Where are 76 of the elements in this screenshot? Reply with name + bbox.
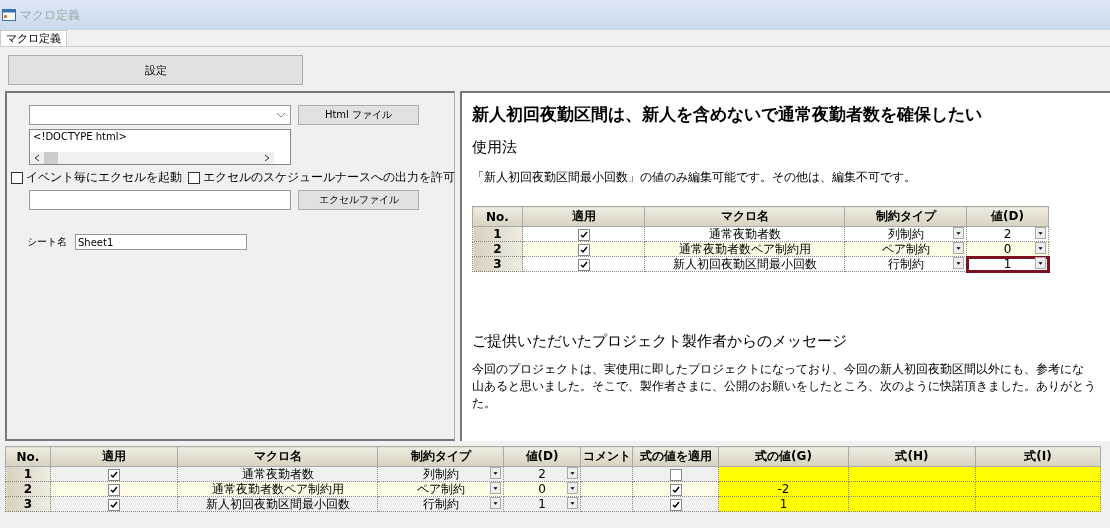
dropdown-button[interactable] xyxy=(567,482,578,494)
table-cell: 行制約 xyxy=(422,497,459,511)
horizontal-scrollbar[interactable] xyxy=(30,152,274,164)
value-cell[interactable]: 1 xyxy=(966,256,1049,272)
table-icon xyxy=(2,9,16,21)
column-header: 制約タイプ xyxy=(844,206,967,227)
html-text-area[interactable]: <!DOCTYPE html> xyxy=(29,129,291,165)
checkbox[interactable] xyxy=(188,171,200,184)
table-cell: 通常夜勤者数 xyxy=(177,466,378,482)
checkbox[interactable] xyxy=(108,498,120,511)
checkbox-label: エクセルのスケジュールナースへの出力を許可 xyxy=(203,169,455,186)
table-cell: 2 xyxy=(538,467,546,481)
chevron-down-icon xyxy=(276,112,286,118)
doc-heading: 新人初回夜勤区間は、新人を含めないで通常夜勤者数を確保したい xyxy=(472,103,983,126)
checkbox[interactable] xyxy=(577,228,590,241)
column-header: 式(I) xyxy=(975,446,1101,467)
table-cell: ペア制約 xyxy=(416,482,465,496)
table-cell: 0 xyxy=(538,482,546,496)
checkbox[interactable] xyxy=(669,483,682,496)
sheet-name-field[interactable]: Sheet1 xyxy=(75,234,247,250)
column-header: 値(D) xyxy=(503,446,581,467)
dropdown-button[interactable] xyxy=(1035,257,1046,269)
message-text: 今回のプロジェクトは、実使用に即したプロジェクトになっており、今回の新人初回夜勤区間以外にも、参考にな xyxy=(472,361,1085,378)
checkbox[interactable] xyxy=(577,243,590,256)
checkbox[interactable] xyxy=(108,483,120,496)
column-header: 値(D) xyxy=(966,206,1049,227)
column-header: 式の値を適用 xyxy=(632,446,719,467)
html-text: <!DOCTYPE html> xyxy=(33,131,127,142)
checkbox[interactable] xyxy=(669,468,682,481)
sheet-name-label: シート名 xyxy=(27,235,67,249)
checkbox[interactable] xyxy=(108,468,120,481)
table-cell: 新人初回夜勤区間最小回数 xyxy=(644,256,845,272)
table-cell: 列制約 xyxy=(887,227,924,241)
dropdown-button[interactable] xyxy=(953,257,964,269)
message-text: た。 xyxy=(472,395,497,412)
dropdown-button[interactable] xyxy=(490,467,501,479)
column-header: マクロ名 xyxy=(177,446,378,467)
usage-text: 「新人初回夜勤区間最小回数」の値のみ編集可能です。その他は、編集不可です。 xyxy=(472,169,917,186)
table-cell: 通常夜勤者数 xyxy=(644,226,845,242)
html-file-dropdown[interactable] xyxy=(29,105,291,125)
dropdown-button[interactable] xyxy=(567,467,578,479)
dropdown-button[interactable] xyxy=(1035,242,1046,254)
scroll-thumb[interactable] xyxy=(44,152,58,164)
usage-title: 使用法 xyxy=(472,138,518,157)
tab[interactable]: マクロ定義 xyxy=(0,30,67,46)
dropdown-button[interactable] xyxy=(1035,227,1046,239)
table-cell: 新人初回夜勤区間最小回数 xyxy=(177,496,378,512)
checkbox[interactable] xyxy=(11,171,23,184)
column-header: 式(H) xyxy=(848,446,976,467)
settings-button[interactable]: 設定 xyxy=(8,55,303,85)
table-cell: 行制約 xyxy=(887,257,924,271)
column-header: 制約タイプ xyxy=(377,446,504,467)
checkbox[interactable] xyxy=(577,258,590,271)
dropdown-button[interactable] xyxy=(953,242,964,254)
message-title: ご提供いただいたプロジェクト製作者からのメッセージ xyxy=(472,332,848,351)
value-cell[interactable]: 2 xyxy=(966,226,1049,242)
column-header: 適用 xyxy=(522,206,645,227)
excel-file-field[interactable] xyxy=(29,190,291,210)
column-header: コメント xyxy=(580,446,633,467)
dropdown-button[interactable] xyxy=(567,497,578,509)
dropdown-button[interactable] xyxy=(490,497,501,509)
table-cell: 列制約 xyxy=(422,467,459,481)
column-header: No. xyxy=(472,206,523,227)
excel-file-button[interactable]: エクセルファイル xyxy=(298,190,419,210)
dropdown-button[interactable] xyxy=(953,227,964,239)
column-header: 式の値(G) xyxy=(718,446,849,467)
checkbox-label: イベント毎にエクセルを起動 xyxy=(26,169,182,186)
column-header: No. xyxy=(5,446,51,467)
dropdown-button[interactable] xyxy=(490,482,501,494)
html-file-button[interactable]: Html ファイル xyxy=(298,105,419,125)
table-cell: 1 xyxy=(538,497,546,511)
column-header: 適用 xyxy=(50,446,178,467)
message-text: 山あると思いました。そこで、製作者さまに、公開のお願いをしたところ、次のように快諾頂きました。ありがとう xyxy=(472,378,1097,395)
checkbox[interactable] xyxy=(669,498,682,511)
column-header: マクロ名 xyxy=(644,206,845,227)
table-cell: ペア制約 xyxy=(881,242,930,256)
